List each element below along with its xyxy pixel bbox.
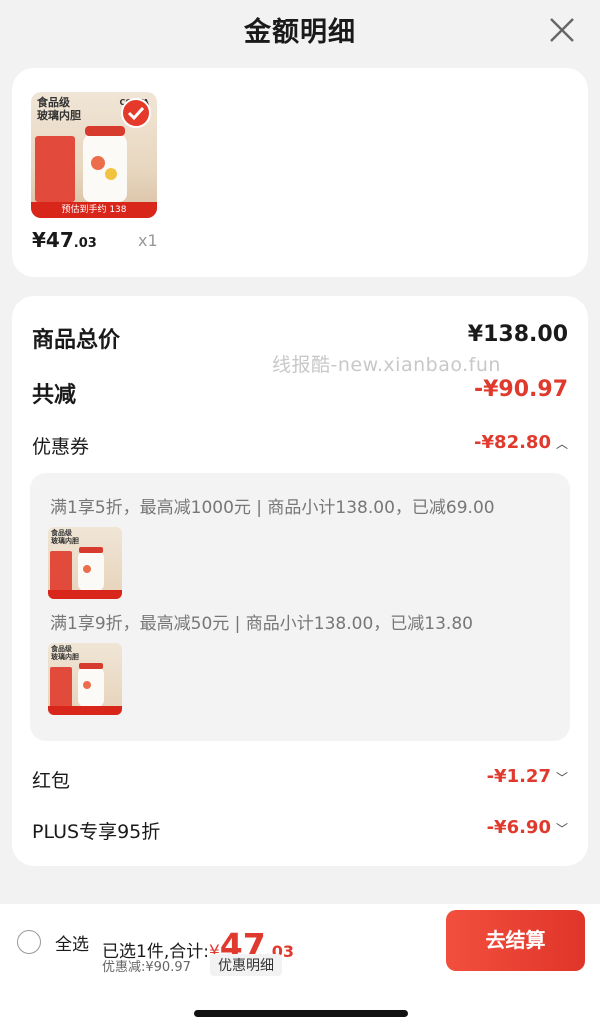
checkout-button[interactable]: 去结算 <box>446 910 585 971</box>
close-icon[interactable] <box>546 14 578 46</box>
select-all-radio[interactable] <box>17 930 41 954</box>
coupon-row[interactable]: 优惠券 -¥82.80 ︿ <box>32 432 568 460</box>
coupon-1-thumbnail: 食品级 玻璃内胆 <box>48 527 122 599</box>
chevron-up-icon[interactable]: ︿ <box>556 435 568 452</box>
product-qty: x1 <box>138 231 158 250</box>
total-value: ¥138.00 <box>467 322 568 347</box>
select-all-label[interactable]: 全选 <box>55 930 89 955</box>
chevron-down-icon[interactable]: ﹀ <box>556 769 568 786</box>
discount-detail-button[interactable]: 优惠明细 <box>210 954 282 976</box>
thumbnail-text: 食品级 玻璃内胆 <box>37 96 81 122</box>
price-breakdown-card: 商品总价 ¥138.00 线报酷-new.xianbao.fun 共减 -¥90… <box>12 296 588 866</box>
reduce-row: 共减 -¥90.97 <box>32 377 568 408</box>
reduce-label: 共减 <box>32 383 77 408</box>
total-label: 商品总价 <box>32 328 121 353</box>
home-indicator[interactable] <box>194 1010 408 1017</box>
discount-text: 优惠减:¥90.97 <box>102 960 191 975</box>
coupon-label: 优惠券 <box>32 436 90 458</box>
redpacket-label: 红包 <box>32 770 71 792</box>
modal-title: 金额明细 <box>244 17 356 48</box>
product-card: 食品级 玻璃内胆 COSTA 预估到手约 138 ¥47.03 x1 <box>12 68 588 277</box>
selected-check-icon <box>121 98 151 128</box>
coupon-value: -¥82.80 <box>474 432 551 453</box>
coupon-line-2: 满1享9折，最高减50元 | 商品小计138.00，已减13.80 <box>50 614 473 634</box>
plus-label: PLUS专享95折 <box>32 821 161 843</box>
watermark: 线报酷-new.xianbao.fun <box>272 354 501 376</box>
thumbnail-banner: 预估到手约 138 <box>31 202 157 218</box>
modal-header: 金额明细 <box>0 0 600 62</box>
total-row: 商品总价 ¥138.00 <box>32 322 568 353</box>
product-thumbnail[interactable]: 食品级 玻璃内胆 COSTA 预估到手约 138 <box>31 92 157 218</box>
chevron-down-icon[interactable]: ﹀ <box>556 820 568 837</box>
coupon-2-thumbnail: 食品级 玻璃内胆 <box>48 643 122 715</box>
redpacket-value: -¥1.27 <box>486 766 551 787</box>
plus-value: -¥6.90 <box>486 817 551 838</box>
reduce-value: -¥90.97 <box>473 377 568 402</box>
coupon-detail-box: 满1享5折，最高减1000元 | 商品小计138.00，已减69.00 食品级玻… <box>30 473 570 741</box>
redpacket-row[interactable]: 红包 -¥1.27 ﹀ <box>32 766 568 794</box>
plus-row[interactable]: PLUS专享95折 -¥6.90 ﹀ <box>32 817 568 845</box>
product-price: ¥47.03 <box>32 228 97 252</box>
coupon-line-1: 满1享5折，最高减1000元 | 商品小计138.00，已减69.00 <box>50 498 495 518</box>
